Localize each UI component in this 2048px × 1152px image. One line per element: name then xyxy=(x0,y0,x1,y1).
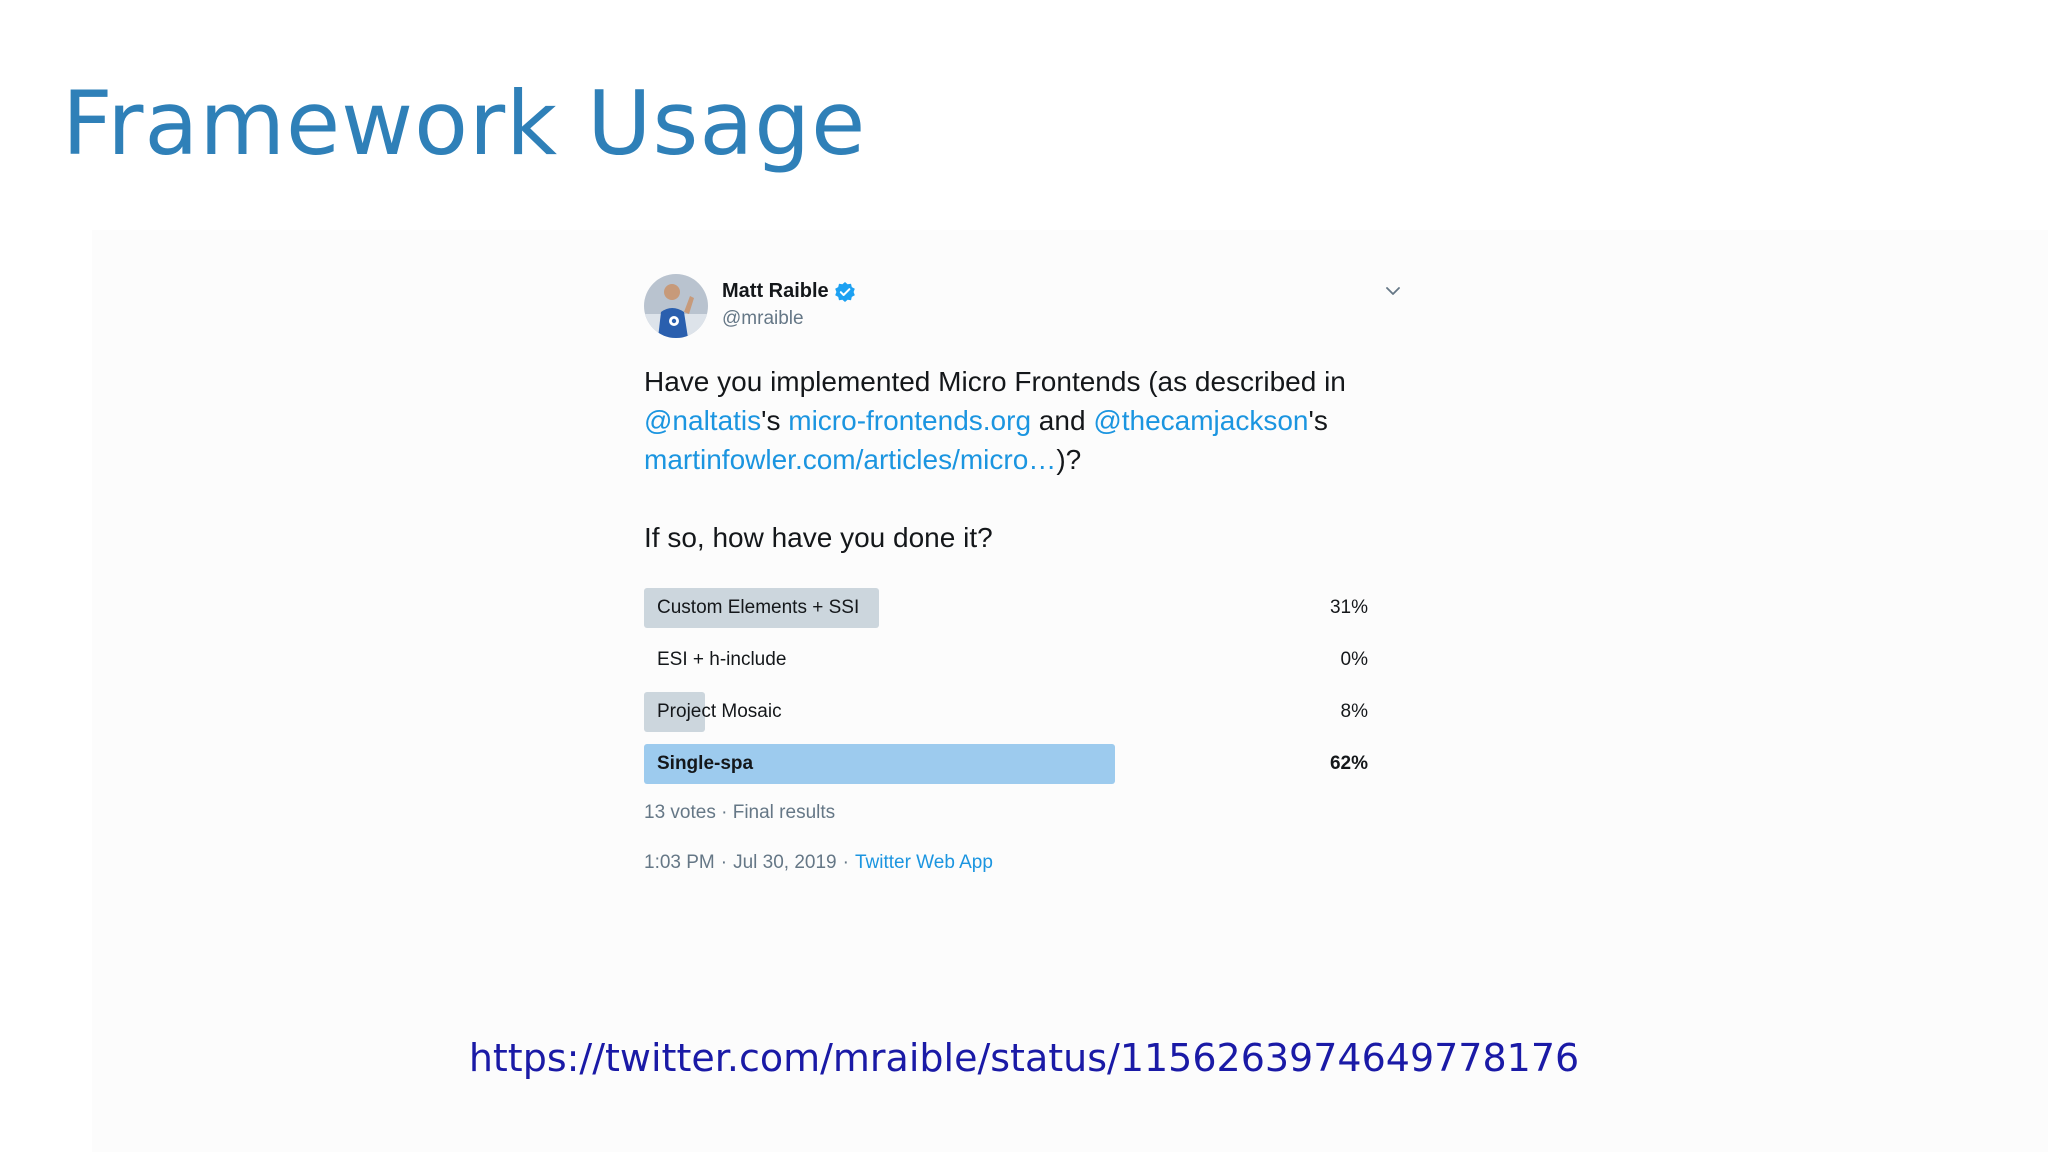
slide-title: Framework Usage xyxy=(62,72,867,175)
tweet-text-segment: 's xyxy=(761,405,789,436)
tweet-status-url[interactable]: https://twitter.com/mraible/status/11562… xyxy=(0,1036,2048,1080)
poll-option-percent: 31% xyxy=(1329,597,1368,618)
poll-option: Custom Elements + SSI 31% xyxy=(644,588,1390,628)
tweet-timestamp-time[interactable]: 1:03 PM xyxy=(644,852,715,873)
tweet-footer: 1:03 PM · Jul 30, 2019 · Twitter Web App xyxy=(644,852,993,874)
poll-option-label: Custom Elements + SSI xyxy=(657,597,860,618)
poll-option-percent: 0% xyxy=(1340,649,1368,670)
poll-option-label: ESI + h-include xyxy=(657,649,787,670)
author-handle[interactable]: @mraible xyxy=(722,308,804,330)
tweet-text: Have you implemented Micro Frontends (as… xyxy=(644,362,1424,479)
tweet-text-segment: )? xyxy=(1056,444,1082,475)
poll-option-percent: 62% xyxy=(1329,753,1368,774)
poll-option-label: Project Mosaic xyxy=(657,701,782,722)
tweet-question: If so, how have you done it? xyxy=(644,522,993,553)
footer-separator: · xyxy=(842,852,849,873)
tweet-text-segment: 's xyxy=(1308,405,1328,436)
poll-option: Project Mosaic 8% xyxy=(644,692,1390,732)
mention-link-naltatis[interactable]: @naltatis xyxy=(644,405,761,436)
tweet-text-segment: Have you implemented Micro Frontends (as… xyxy=(644,366,1346,397)
poll-option-percent: 8% xyxy=(1340,701,1368,722)
verified-badge-icon xyxy=(834,281,856,303)
chevron-down-icon[interactable] xyxy=(1384,282,1402,300)
poll: Custom Elements + SSI 31% ESI + h-includ… xyxy=(644,588,1390,796)
avatar[interactable] xyxy=(644,274,708,338)
tweet-text-segment: and xyxy=(1031,405,1094,436)
author-name[interactable]: Matt Raible xyxy=(722,280,829,303)
mention-link-thecamjackson[interactable]: @thecamjackson xyxy=(1093,405,1308,436)
tweet-source-link[interactable]: Twitter Web App xyxy=(855,852,993,873)
tweet-timestamp-date[interactable]: Jul 30, 2019 xyxy=(733,852,837,873)
url-link-martinfowler[interactable]: martinfowler.com/articles/micro… xyxy=(644,444,1056,475)
poll-option: ESI + h-include 0% xyxy=(644,640,1390,680)
url-link-micro-frontends[interactable]: micro-frontends.org xyxy=(788,405,1031,436)
poll-option-label: Single-spa xyxy=(657,753,754,774)
author-name-row: Matt Raible xyxy=(722,280,856,303)
poll-option-winner: Single-spa 62% xyxy=(644,744,1390,784)
footer-separator: · xyxy=(720,852,728,873)
poll-meta: 13 votes · Final results xyxy=(644,802,836,823)
